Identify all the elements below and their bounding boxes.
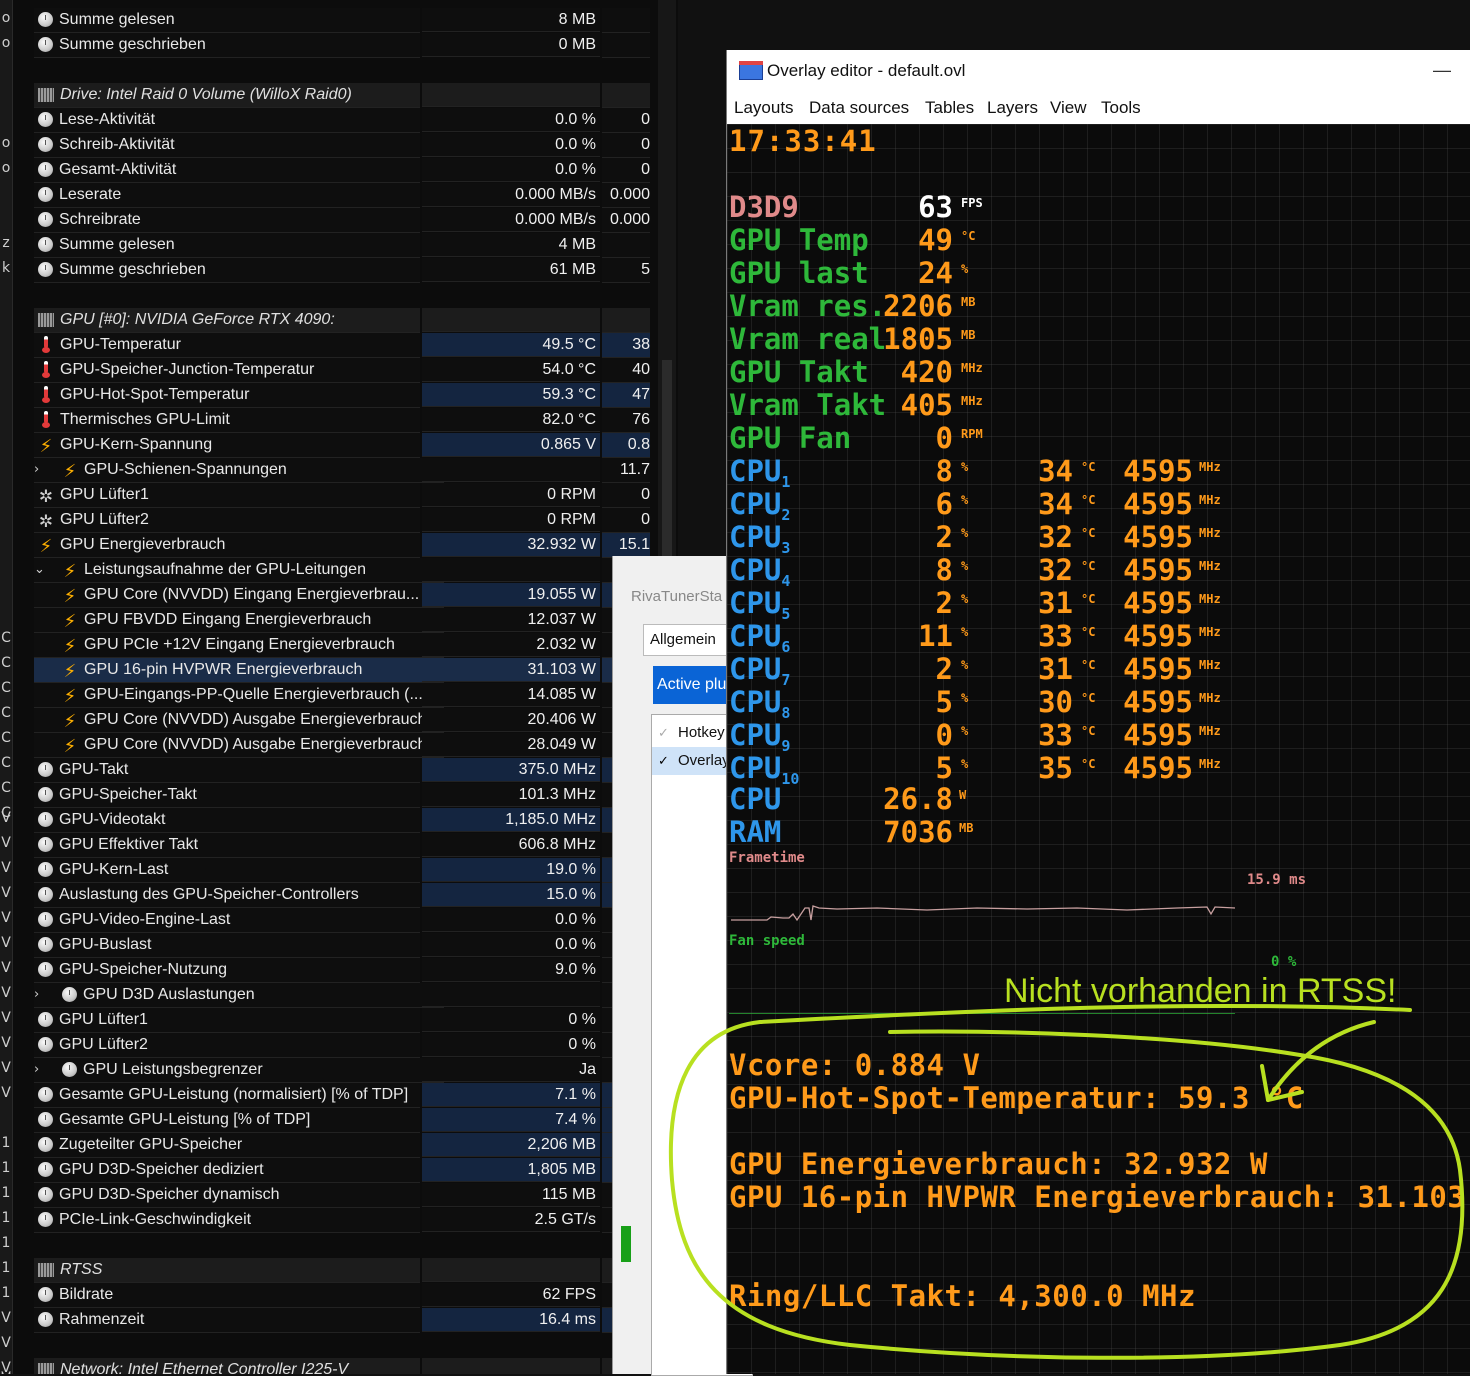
annotation-ellipse <box>668 1003 1465 1360</box>
annotation-overlay <box>668 1003 1465 1360</box>
annotation-arrow-icon <box>1266 1020 1376 1102</box>
annotation-text: Nicht vorhanden in RTSS! <box>1004 972 1397 1010</box>
